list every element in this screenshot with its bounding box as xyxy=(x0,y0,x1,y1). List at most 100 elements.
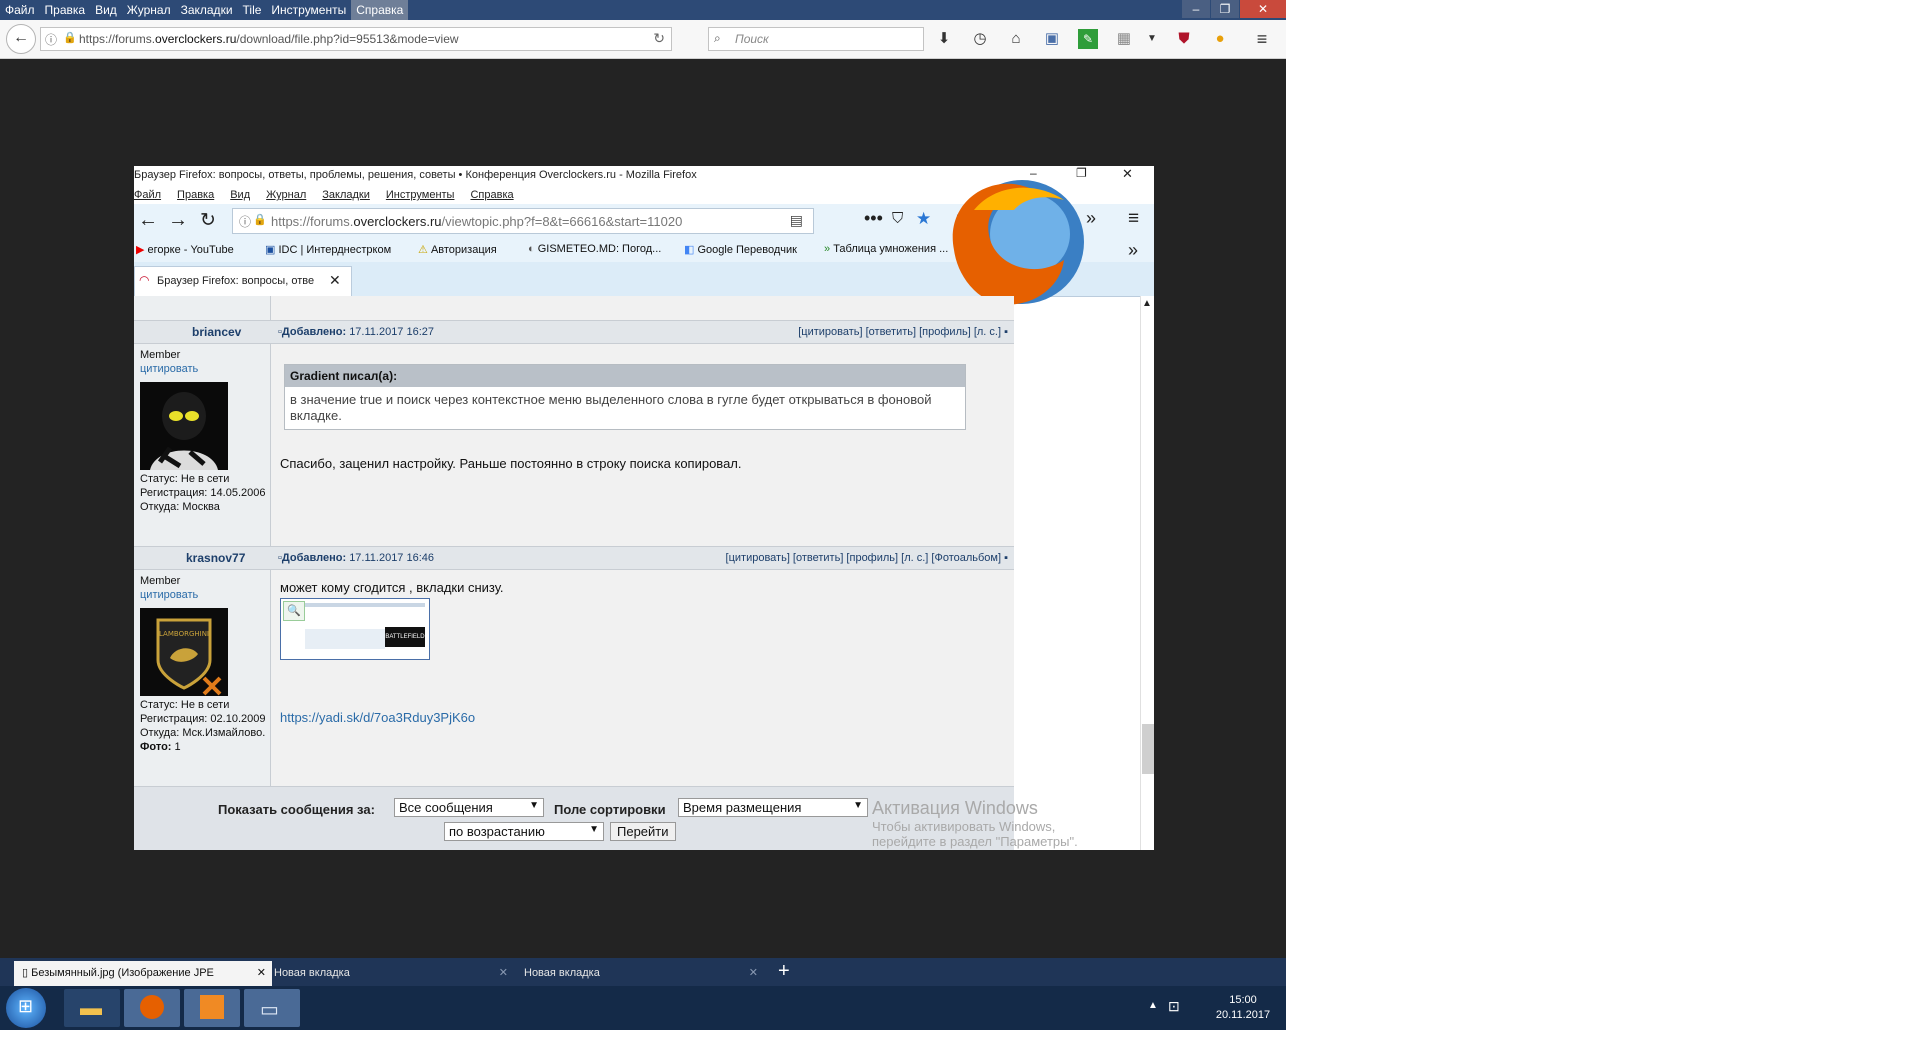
post-body: Спасибо, заценил настройку. Раньше посто… xyxy=(280,456,742,471)
menu-history[interactable]: Журнал xyxy=(122,0,176,20)
bookmark-label: Таблица умножения ... xyxy=(833,243,949,255)
quote-link[interactable]: цитировать xyxy=(140,589,198,601)
column-divider xyxy=(270,296,271,786)
screenshot-icon[interactable]: ▣ xyxy=(1042,29,1062,49)
post-date: ▫Добавлено: 17.11.2017 16:27 xyxy=(278,326,434,338)
taskbar-remote[interactable]: ▭ xyxy=(244,989,300,1027)
new-tab-plus-icon[interactable]: + xyxy=(778,960,790,983)
window-controls: – ❐ ✕ xyxy=(1181,0,1286,18)
menu-view[interactable]: Вид xyxy=(90,0,122,20)
menu-bookmarks[interactable]: Закладки xyxy=(176,0,238,20)
author-stats: Статус: Не в сети Регистрация: 02.10.200… xyxy=(140,698,270,754)
page-actions-icon: ••• xyxy=(864,208,883,228)
firefox-icon xyxy=(140,995,164,1019)
post-action-links[interactable]: [цитировать] [ответить] [профиль] [л. с.… xyxy=(798,326,1008,338)
outer-navbar: ← ⓘ 🔒 https://forums.overclockers.ru/dow… xyxy=(0,20,1286,59)
chevron-down-icon[interactable]: ▼ xyxy=(1142,29,1162,49)
author-registration: Регистрация: 14.05.2006 xyxy=(140,487,266,499)
menu-edit[interactable]: Правка xyxy=(40,0,91,20)
outer-url-bar[interactable]: ⓘ 🔒 https://forums.overclockers.ru/downl… xyxy=(40,27,672,51)
idc-icon: ▣ xyxy=(265,244,276,256)
bookmark-label: Авторизация xyxy=(430,244,497,256)
menu-help[interactable]: Справка xyxy=(351,0,409,20)
download-icon[interactable]: ⬇ xyxy=(934,29,954,49)
tab-close-icon[interactable]: ✕ xyxy=(749,961,758,986)
post-action-links[interactable]: [цитировать] [ответить] [профиль] [л. с.… xyxy=(726,552,1008,564)
inner-menu-help: Справка xyxy=(470,189,514,201)
firefox-logo xyxy=(952,180,1084,305)
computer-icon: ▭ xyxy=(260,999,279,1021)
bookmark-star-icon: ★ xyxy=(916,209,932,228)
reload-icon[interactable]: ↻ xyxy=(653,30,665,47)
tab-close-icon[interactable]: ✕ xyxy=(499,961,508,986)
close-button[interactable]: ✕ xyxy=(1240,0,1286,18)
home-icon[interactable]: ⌂ xyxy=(1006,29,1026,49)
taskbar-clock[interactable]: 15:00 20.11.2017 xyxy=(1208,986,1278,1037)
tab-close-icon[interactable]: ✕ xyxy=(257,961,266,986)
sort-field-select[interactable]: Время размещения ▼ xyxy=(678,798,868,817)
select-arrow-icon: ▼ xyxy=(529,800,539,811)
author-rank: Member xyxy=(140,349,181,361)
history-clock-icon[interactable]: ◷ xyxy=(970,29,990,49)
menu-file[interactable]: Файл xyxy=(0,0,40,20)
author-status: Статус: Не в сети xyxy=(140,473,230,485)
author-nick[interactable]: briancev xyxy=(192,325,241,339)
bottom-tab-active[interactable]: ▯ Безымянный.jpg (Изображение JPE ✕ xyxy=(14,961,272,986)
forum-favicon-icon: ◠ xyxy=(139,273,150,287)
start-button[interactable]: ⊞ xyxy=(6,988,46,1028)
inner-scrollbar: ▲ xyxy=(1140,296,1154,850)
bookmark-table: » Таблица умножения ... xyxy=(824,243,948,255)
inner-menu-bookmarks: Закладки xyxy=(322,189,370,201)
author-nick[interactable]: krasnov77 xyxy=(186,551,245,565)
quote-link[interactable]: цитировать xyxy=(140,363,198,375)
taskbar-explorer[interactable]: ▬ xyxy=(64,989,120,1027)
menu-tile[interactable]: Tile xyxy=(238,0,267,20)
network-icon[interactable]: ⊡ xyxy=(1168,998,1180,1015)
folder-icon: ▬ xyxy=(80,995,102,1020)
tray-up-arrow-icon[interactable]: ▲ xyxy=(1148,1000,1158,1011)
info-icon[interactable]: ⓘ xyxy=(45,31,57,48)
inner-lock-icon: 🔒 xyxy=(253,214,267,226)
search-placeholder: Поиск xyxy=(735,32,769,46)
inner-url-path: /viewtopic.php?f=8&t=66616&start=11020 xyxy=(441,214,683,229)
outer-search-box[interactable]: ⌕ Поиск xyxy=(708,27,924,51)
quote-author: Gradient писал(а): xyxy=(285,365,965,387)
post-links-text[interactable]: [цитировать] [ответить] [профиль] [л. с.… xyxy=(798,326,1001,338)
zoom-icon[interactable]: 🔍 xyxy=(283,601,305,621)
post-bullet-icon: ▪ xyxy=(1004,552,1008,564)
menu-tools[interactable]: Инструменты xyxy=(266,0,351,20)
lightbulb-icon[interactable]: ● xyxy=(1210,29,1230,49)
image-thumbnail[interactable]: 🔍 BATTLEFIELD xyxy=(280,598,430,660)
sort-order-select[interactable]: по возрастанию ▼ xyxy=(444,822,604,841)
post-date: ▫Добавлено: 17.11.2017 16:46 xyxy=(278,552,434,564)
post-external-link[interactable]: https://yadi.sk/d/7oa3Rduy3PjK6o xyxy=(280,710,475,725)
go-button[interactable]: Перейти xyxy=(610,822,676,841)
taskbar-outlook[interactable] xyxy=(184,989,240,1027)
screenshot-image: Браузер Firefox: вопросы, ответы, пробле… xyxy=(134,166,1154,850)
hamburger-menu-icon[interactable]: ≡ xyxy=(1252,29,1272,49)
author-rank: Member xyxy=(140,575,181,587)
bottom-tab[interactable]: Новая вкладка ✕ xyxy=(516,961,766,986)
sort-field-value: Время размещения xyxy=(683,800,802,815)
back-button[interactable]: ← xyxy=(6,24,36,54)
bookmark-youtube: ▶ егорке - YouTube xyxy=(136,243,234,256)
post-header-row: krasnov77 ▫Добавлено: 17.11.2017 16:46 [… xyxy=(134,546,1014,570)
minimize-button[interactable]: – xyxy=(1182,0,1210,18)
ublock-icon[interactable]: ⛊ xyxy=(1174,29,1194,49)
inner-minimize-icon: – xyxy=(1030,166,1037,180)
tile-grid-icon[interactable]: ▦ xyxy=(1114,29,1134,49)
taskbar-firefox[interactable] xyxy=(124,989,180,1027)
windows-activation-watermark: Активация Windows Чтобы активировать Win… xyxy=(872,798,1078,849)
watermark-line: перейдите в раздел "Параметры". xyxy=(872,834,1078,849)
post-links-text[interactable]: [цитировать] [ответить] [профиль] [л. с.… xyxy=(726,552,1002,564)
inner-menu-edit: Правка xyxy=(177,189,215,201)
select-arrow-icon: ▼ xyxy=(589,824,599,835)
bottom-tab-label: Новая вкладка xyxy=(524,967,600,979)
author-location: Откуда: Мск.Измайлово. xyxy=(140,727,266,739)
bottom-tab[interactable]: Новая вкладка ✕ xyxy=(266,961,516,986)
extension-green-icon[interactable]: ✎ xyxy=(1078,29,1098,49)
restore-button[interactable]: ❐ xyxy=(1211,0,1239,18)
inner-reload-icon: ↻ xyxy=(200,210,216,231)
inner-url-domain: overclockers.ru xyxy=(353,214,442,229)
show-messages-select[interactable]: Все сообщения ▼ xyxy=(394,798,544,817)
